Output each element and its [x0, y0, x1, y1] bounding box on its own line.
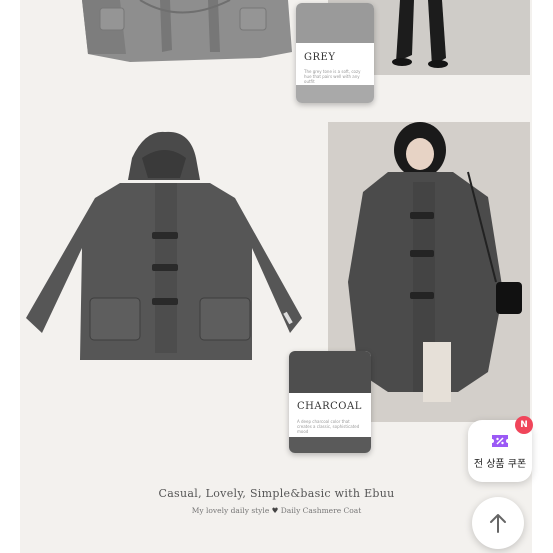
grey-coat-illustration [82, 0, 292, 62]
new-badge: N [515, 416, 533, 434]
arrow-up-icon [490, 514, 506, 533]
caption-sub-right: Daily Cashmere Coat [280, 506, 362, 515]
coupon-label: 전 상품 쿠폰 [473, 459, 527, 470]
grey-color-swatch [296, 3, 374, 43]
heart-icon: ♥ [271, 506, 279, 515]
charcoal-color-swatch [289, 351, 371, 393]
grey-swatch-footer [296, 85, 374, 103]
caption-title: Casual, Lovely, Simple&basic with Ebuu [158, 487, 395, 500]
charcoal-swatch-card: CHARCOAL A deep charcoal color that crea… [289, 351, 371, 453]
grey-swatch-desc: The grey tone is a soft, cozy hue that p… [304, 69, 361, 84]
coupon-ticket-icon [492, 435, 508, 447]
charcoal-coat-illustration [26, 131, 302, 360]
grey-swatch-name: GREY [304, 52, 336, 63]
charcoal-swatch-name: CHARCOAL [297, 401, 362, 412]
caption-subtitle: My lovely daily style ♥ Daily Cashmere C… [0, 506, 553, 515]
grey-coat-flat-photo [60, 0, 300, 70]
charcoal-swatch-desc: A deep charcoal color that creates a cla… [297, 419, 360, 434]
caption-sub-left: My lovely daily style [191, 506, 270, 515]
scroll-to-top-button[interactable] [472, 497, 524, 549]
product-detail-canvas: GREY The grey tone is a soft, cozy hue t… [20, 0, 532, 553]
grey-swatch-card: GREY The grey tone is a soft, cozy hue t… [296, 3, 374, 103]
charcoal-swatch-footer [289, 437, 371, 453]
charcoal-coat-flat-photo [20, 128, 310, 373]
